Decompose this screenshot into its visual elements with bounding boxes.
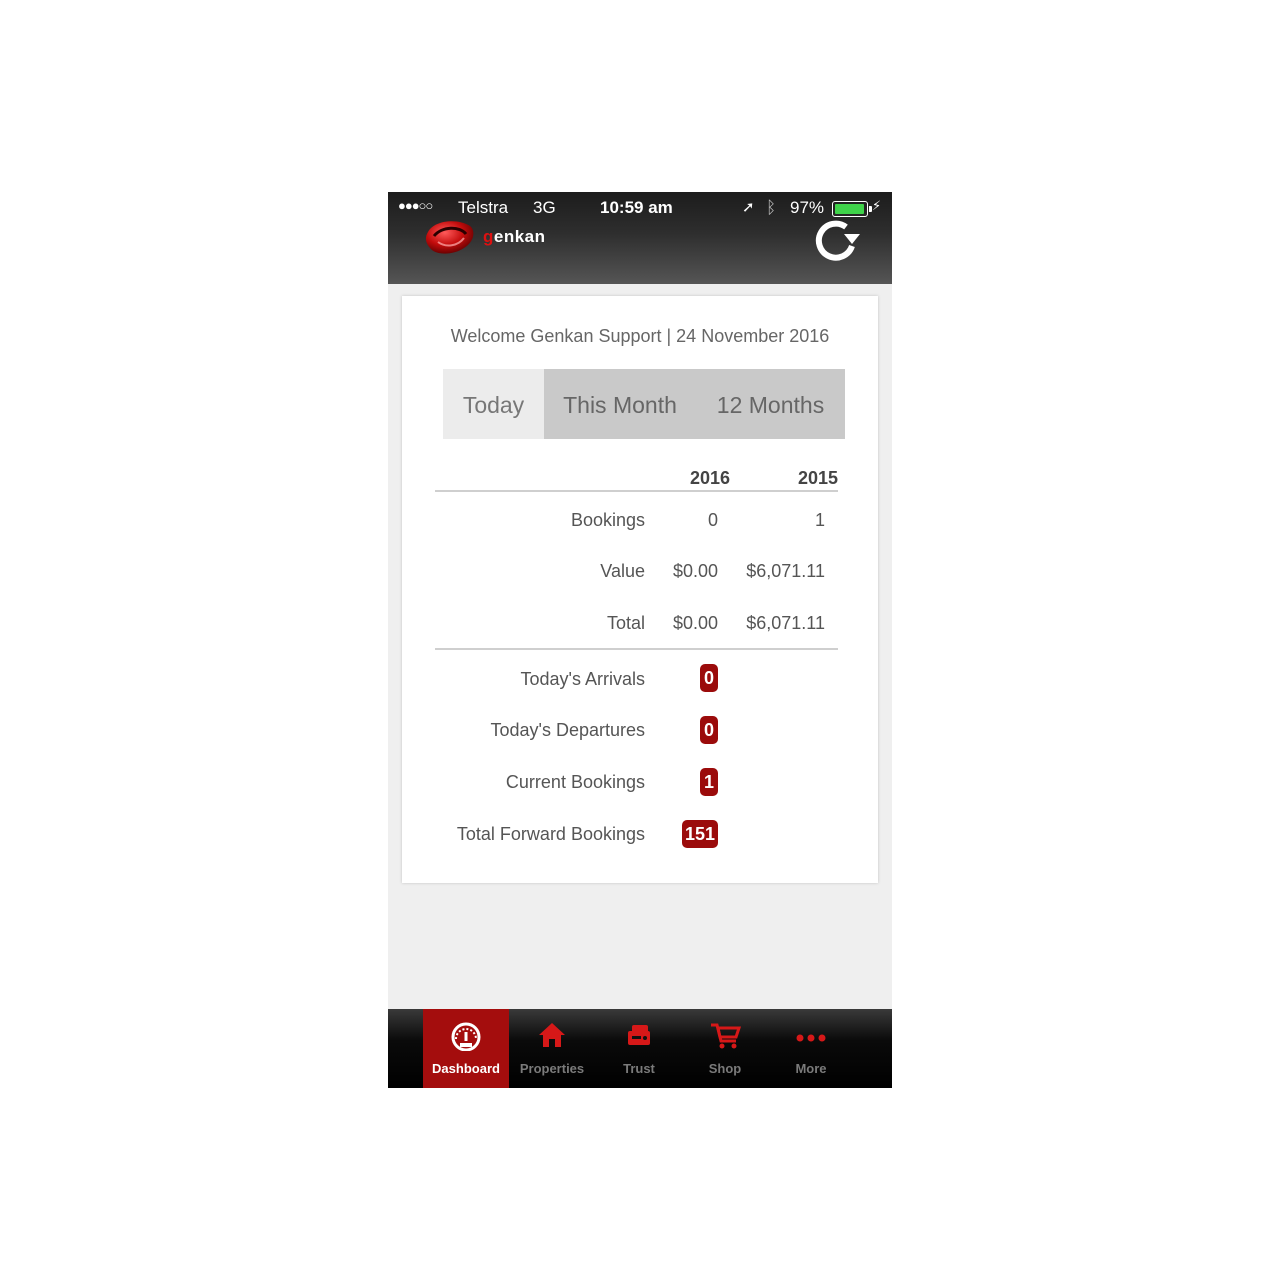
arrivals-count-badge[interactable]: 0 (700, 664, 718, 692)
column-header-2015: 2015 (797, 468, 838, 488)
current-bookings-count-badge[interactable]: 1 (700, 768, 718, 796)
location-arrow-icon: ➚ (742, 199, 755, 216)
total-2015-value: $6,071.11 (746, 613, 825, 633)
genkan-logo-icon (425, 221, 474, 254)
welcome-message: Welcome Genkan Support | 24 November 201… (450, 326, 830, 346)
status-time: 10:59 am (600, 198, 673, 217)
tab-label: Shop (708, 1061, 742, 1076)
charging-bolt-icon: ⚡ (872, 198, 882, 213)
total-2016-value: $0.00 (672, 613, 718, 633)
shopping-cart-icon (711, 1023, 741, 1049)
brand-wordmark: genkan (483, 227, 546, 246)
tab-label: Properties (519, 1061, 585, 1076)
bluetooth-icon: ᛒ (766, 198, 777, 217)
battery-icon (832, 201, 872, 217)
row-label-value: Value (600, 561, 645, 581)
tab-shop[interactable]: Shop (682, 1009, 768, 1088)
tab-more[interactable]: More (768, 1009, 854, 1088)
bookings-2016-value: 0 (707, 510, 718, 530)
battery-level-fill (835, 204, 865, 214)
phone-screen: ●●●○○ Telstra 3G 10:59 am ➚ ᛒ 97% ⚡ genk… (388, 192, 892, 1088)
more-dots-icon (796, 1034, 826, 1042)
forward-bookings-count-badge[interactable]: 151 (681, 820, 718, 848)
tab-label: More (795, 1061, 827, 1076)
tab-label: Trust (623, 1061, 655, 1076)
value-2016-value: $0.00 (672, 561, 718, 581)
refresh-icon[interactable] (808, 216, 862, 266)
divider (435, 490, 838, 492)
period-segmented-control: Today This Month 12 Months (443, 369, 845, 439)
tab-today[interactable]: Today (443, 369, 544, 439)
tab-this-month[interactable]: This Month (544, 369, 696, 439)
network-type: 3G (533, 198, 556, 217)
value-2015-value: $6,071.11 (746, 561, 825, 581)
bottom-tab-bar: Dashboard Properties Trust Shop More (388, 1009, 892, 1088)
stat-label-departures: Today's Departures (490, 720, 645, 740)
departures-count-badge[interactable]: 0 (700, 716, 718, 744)
carrier-name: Telstra (458, 198, 509, 217)
column-header-2016: 2016 (689, 468, 730, 488)
stat-label-forward-bookings: Total Forward Bookings (456, 824, 645, 844)
stat-label-arrivals: Today's Arrivals (520, 669, 645, 689)
tab-properties[interactable]: Properties (509, 1009, 595, 1088)
signal-strength-icon: ●●●○○ (398, 198, 433, 213)
tab-label: Dashboard (432, 1061, 500, 1076)
bookings-2015-value: 1 (814, 510, 825, 530)
dashboard-card: Welcome Genkan Support | 24 November 201… (402, 296, 878, 883)
tab-12-months[interactable]: 12 Months (696, 369, 845, 439)
house-icon (539, 1023, 565, 1047)
divider (435, 648, 838, 650)
stat-label-current-bookings: Current Bookings (505, 772, 645, 792)
speedometer-icon (451, 1022, 481, 1051)
battery-percent: 97% (790, 198, 825, 217)
app-header: ●●●○○ Telstra 3G 10:59 am ➚ ᛒ 97% ⚡ genk… (388, 192, 892, 284)
row-label-total: Total (606, 613, 645, 633)
tab-dashboard[interactable]: Dashboard (423, 1009, 509, 1088)
wallet-icon (628, 1025, 650, 1045)
tab-trust[interactable]: Trust (596, 1009, 682, 1088)
row-label-bookings: Bookings (570, 510, 645, 530)
